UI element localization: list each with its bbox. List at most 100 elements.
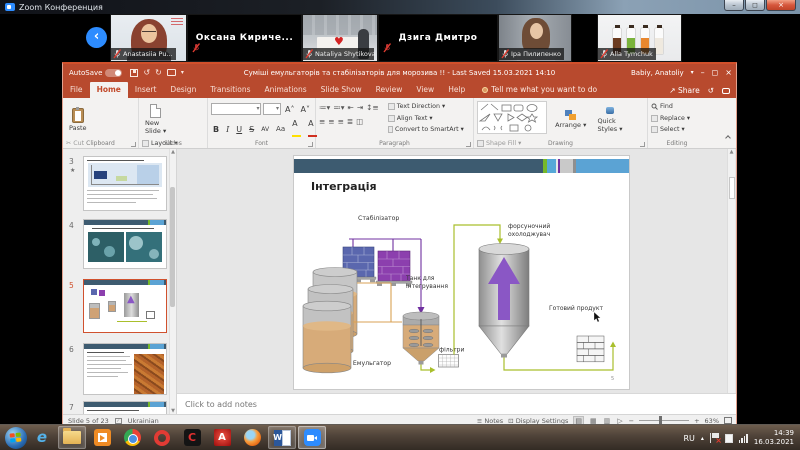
share-button[interactable]: ↗ Share (669, 86, 699, 95)
new-slide-button[interactable]: NewSlide ▾ (142, 101, 169, 138)
participant-video-alla[interactable]: Alla Tymchuk (597, 14, 682, 62)
arrange-button[interactable]: Arrange ▾ (552, 101, 589, 138)
taskbar-word[interactable]: W (268, 426, 296, 449)
maximize-icon[interactable]: ◻ (745, 0, 765, 11)
taskbar-file-explorer[interactable] (58, 426, 86, 449)
grow-font-button[interactable]: A˄ (283, 104, 296, 115)
dialog-launcher-icon[interactable] (466, 142, 471, 147)
align-text-button[interactable]: Align Text ▾ (388, 115, 464, 122)
paste-button[interactable]: Paste (66, 101, 90, 138)
dialog-launcher-icon[interactable] (640, 142, 645, 147)
network-signal-icon[interactable] (739, 434, 748, 443)
close-icon[interactable]: × (766, 0, 796, 11)
language-switcher[interactable]: RU (683, 434, 694, 443)
minimize-icon[interactable]: – (724, 0, 744, 11)
bold-button[interactable]: B (211, 124, 221, 135)
bullets-button[interactable]: ≔▾ (319, 103, 330, 112)
tray-expand-icon[interactable]: ▴ (701, 435, 704, 442)
decrease-indent-button[interactable]: ⇤ (348, 103, 354, 112)
line-spacing-button[interactable]: ↕≡ (366, 103, 379, 112)
taskbar-zoom[interactable] (298, 426, 326, 449)
ppt-minimize-icon[interactable]: – (701, 69, 705, 77)
font-name-combo[interactable] (211, 103, 261, 115)
strikethrough-button[interactable]: S (247, 124, 256, 135)
tab-help[interactable]: Help (441, 82, 472, 98)
numbering-button[interactable]: ≕▾ (333, 103, 344, 112)
taskbar-internet-explorer[interactable]: e (28, 426, 56, 449)
ppt-close-icon[interactable]: × (725, 69, 732, 77)
convert-smartart-button[interactable]: Convert to SmartArt ▾ (388, 126, 464, 133)
change-case-button[interactable]: Aa (274, 124, 287, 135)
align-right-button[interactable]: ≡ (338, 117, 344, 126)
taskbar-acrobat[interactable]: A (208, 426, 236, 449)
undo-icon[interactable]: ↺ (143, 68, 150, 77)
start-button[interactable] (5, 427, 27, 449)
increase-indent-button[interactable]: ⇥ (357, 103, 363, 112)
redo-icon[interactable]: ↻ (155, 68, 162, 77)
scroll-participants-left-button[interactable]: ‹ (86, 27, 107, 48)
taskbar-chrome[interactable] (118, 426, 146, 449)
panel-scrollbar-thumb[interactable] (170, 187, 175, 307)
tab-insert[interactable]: Insert (128, 82, 164, 98)
taskbar-opera[interactable] (148, 426, 176, 449)
taskbar-firefox[interactable] (238, 426, 266, 449)
notes-pane[interactable]: Click to add notes (177, 393, 736, 414)
ppt-restore-icon[interactable]: ◻ (712, 69, 719, 77)
tell-me-box[interactable]: Tell me what you want to do (482, 85, 597, 98)
tab-review[interactable]: Review (369, 82, 410, 98)
slide-canvas[interactable]: Інтеграція Стабілізатор (294, 156, 629, 389)
qat-dropdown-icon[interactable]: ▾ (181, 69, 184, 76)
tab-slideshow[interactable]: Slide Show (314, 82, 369, 98)
select-button[interactable]: Select ▾ (651, 126, 703, 133)
collapse-ribbon-button[interactable] (726, 125, 730, 144)
slideshow-icon[interactable] (167, 69, 176, 76)
shapes-gallery[interactable] (477, 101, 547, 134)
tab-home[interactable]: Home (90, 82, 128, 98)
participant-video-anastasiia[interactable]: Anastasiia Pu... (110, 14, 187, 62)
tab-design[interactable]: Design (163, 82, 203, 98)
tab-animations[interactable]: Animations (258, 82, 314, 98)
tab-file[interactable]: File (63, 82, 90, 98)
replace-button[interactable]: Replace ▾ (651, 115, 703, 122)
align-center-button[interactable]: ≡ (328, 117, 334, 126)
participant-video-ira[interactable]: Іра Пилипенко (498, 14, 572, 62)
slide-thumbnail-3[interactable] (83, 156, 167, 211)
fit-to-window-icon[interactable] (724, 417, 732, 424)
find-button[interactable]: Find (651, 103, 703, 110)
canvas-scrollbar-thumb[interactable] (729, 177, 735, 199)
participant-tile-dzyga[interactable]: Дзига Дмитро (378, 14, 498, 62)
highlight-color-button[interactable]: A (290, 118, 303, 140)
tab-transitions[interactable]: Transitions (203, 82, 257, 98)
taskbar-comodo[interactable]: C (178, 426, 206, 449)
shrink-font-button[interactable]: A˅ (299, 104, 312, 115)
slide-thumbnail-6[interactable] (83, 343, 167, 395)
comments-icon[interactable] (722, 88, 730, 94)
justify-button[interactable]: ≣ (347, 117, 353, 126)
history-icon[interactable]: ↺ (708, 86, 714, 95)
tray-app-icon[interactable] (725, 434, 733, 443)
dialog-launcher-icon[interactable] (308, 142, 313, 147)
autosave-toggle[interactable]: AutoSave (69, 69, 122, 77)
quick-styles-button[interactable]: QuickStyles ▾ (594, 101, 625, 138)
align-left-button[interactable]: ≡ (319, 117, 325, 126)
underline-button[interactable]: U (234, 124, 244, 135)
slide-thumbnail-7[interactable] (83, 401, 167, 414)
char-spacing-button[interactable]: AV (259, 124, 271, 135)
slide-thumbnail-5[interactable]: ▲ (83, 279, 167, 333)
proofing-icon[interactable]: ✓ (115, 418, 122, 424)
participant-video-nataliya[interactable]: ♥ Nataliya Shytikova (302, 14, 378, 62)
font-size-combo[interactable] (263, 103, 281, 115)
zoom-slider[interactable] (639, 420, 689, 421)
slide-thumbnail-4[interactable] (83, 219, 167, 269)
save-icon[interactable] (130, 69, 138, 77)
taskbar-clock[interactable]: 14:39 16.03.2021 (754, 429, 794, 447)
action-center-flag-icon[interactable] (710, 433, 719, 443)
taskbar-media-player[interactable] (88, 426, 116, 449)
tab-view[interactable]: View (409, 82, 441, 98)
columns-button[interactable]: ◫ (356, 117, 363, 126)
text-direction-button[interactable]: Text Direction ▾ (388, 103, 464, 110)
ribbon-options-icon[interactable]: ▾ (691, 70, 694, 76)
participant-tile-oksana[interactable]: Оксана Кириче... (187, 14, 302, 62)
italic-button[interactable]: I (224, 124, 231, 135)
dialog-launcher-icon[interactable] (131, 142, 136, 147)
